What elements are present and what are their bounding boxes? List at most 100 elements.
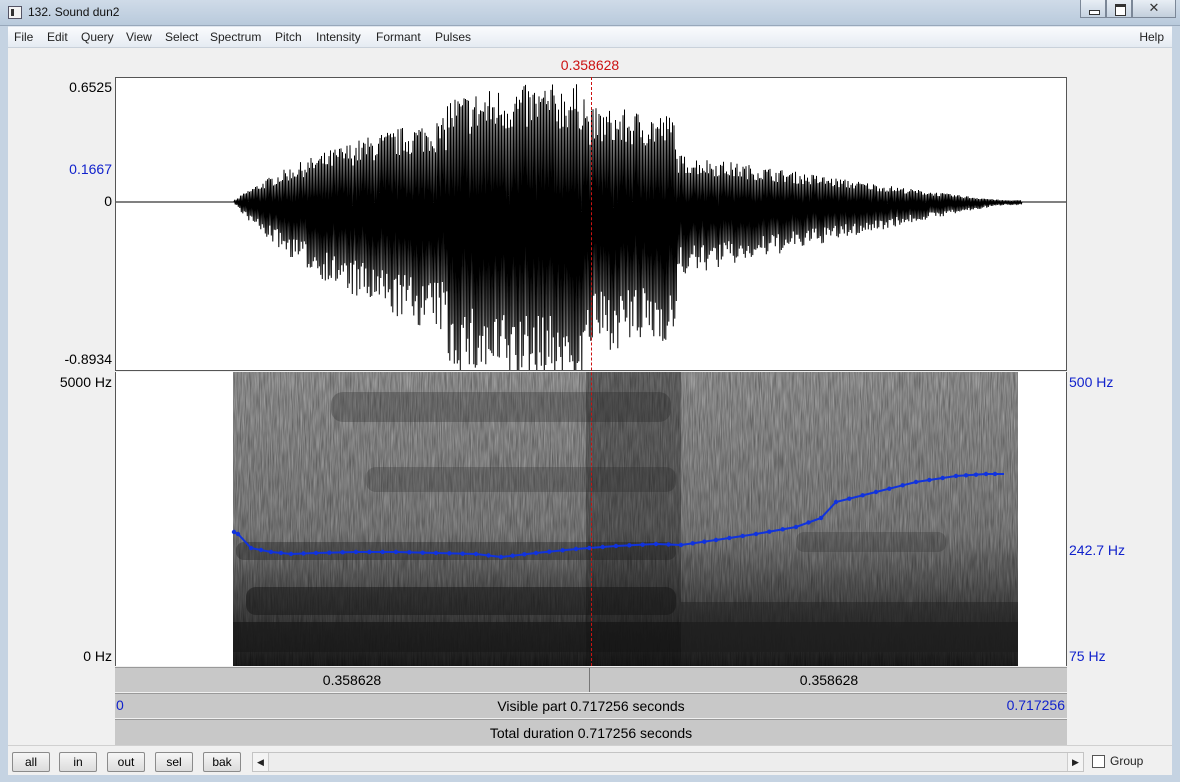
maximize-icon[interactable]	[1106, 0, 1132, 18]
pitch-point	[353, 549, 359, 555]
menu-view[interactable]: View	[126, 30, 152, 44]
pitch-point	[340, 550, 345, 555]
window-title: 132. Sound dun2	[28, 5, 120, 19]
pitch-point	[780, 527, 785, 532]
pitch-point	[393, 549, 399, 555]
time-axis-start: 0	[116, 697, 124, 713]
pitch-point	[533, 550, 539, 556]
pitch-point	[258, 547, 264, 553]
total-duration-strip[interactable]: Total duration 0.717256 seconds	[115, 719, 1067, 745]
pitch-point	[433, 550, 439, 556]
pitch-point	[268, 549, 274, 555]
spec-freq-max: 5000 Hz	[59, 374, 112, 390]
pitch-point	[702, 539, 707, 544]
pitch-point	[613, 543, 619, 549]
menu-bar: File Edit Query View Select Spectrum Pit…	[8, 27, 1172, 48]
selection-strip[interactable]: 0.358628 0.358628	[115, 667, 1067, 692]
pitch-point	[913, 479, 919, 485]
pitch-point	[887, 486, 892, 491]
zoom-out-button[interactable]: out	[107, 752, 145, 772]
pitch-point	[473, 551, 479, 557]
left-segment-duration[interactable]: 0.358628	[115, 668, 590, 692]
zoom-in-button[interactable]: in	[59, 752, 97, 772]
pitch-point	[327, 550, 332, 555]
app-icon	[8, 6, 22, 19]
pitch-point	[847, 496, 852, 501]
pitch-point	[301, 551, 306, 556]
spectrogram-plot	[231, 372, 1018, 666]
pitch-point	[860, 493, 865, 498]
scroll-left-icon[interactable]: ◀	[253, 753, 269, 771]
close-icon[interactable]: ✕	[1132, 0, 1176, 18]
visible-part-label: Visible part 0.717256 seconds	[497, 698, 685, 714]
pitch-point	[940, 475, 945, 481]
menu-query[interactable]: Query	[81, 30, 114, 44]
menu-pitch[interactable]: Pitch	[275, 30, 302, 44]
pitch-point	[288, 551, 294, 557]
menu-spectrum[interactable]: Spectrum	[210, 30, 261, 44]
window-controls: ✕	[1080, 0, 1176, 18]
window-frame-left	[0, 26, 8, 782]
pitch-point	[573, 546, 579, 552]
group-label: Group	[1110, 754, 1144, 768]
zoom-all-button[interactable]: all	[12, 752, 50, 772]
pitch-point	[740, 533, 745, 539]
wave-y-max: 0.6525	[69, 79, 112, 95]
zoom-sel-button[interactable]: sel	[155, 752, 193, 772]
pitch-point	[806, 520, 811, 525]
pitch-point	[486, 553, 491, 558]
wave-y-min: -0.8934	[64, 351, 112, 367]
pitch-point	[248, 545, 254, 551]
pitch-point	[447, 551, 452, 556]
pitch-point	[560, 548, 565, 553]
scroll-right-icon[interactable]: ▶	[1067, 753, 1083, 771]
pitch-point	[767, 529, 772, 534]
pitch-point	[992, 471, 998, 477]
menu-formant[interactable]: Formant	[376, 30, 421, 44]
total-duration-label: Total duration 0.717256 seconds	[489, 725, 693, 741]
title-bar[interactable]: 132. Sound dun2 ✕	[0, 0, 1180, 26]
pitch-point	[600, 544, 605, 550]
pitch-point	[547, 549, 552, 554]
pitch-point	[833, 499, 839, 505]
waveform-panel[interactable]	[115, 77, 1067, 371]
waveform-trace	[116, 84, 1066, 370]
pitch-point	[380, 549, 385, 555]
spectrogram-panel[interactable]	[115, 372, 1067, 666]
menu-edit[interactable]: Edit	[47, 30, 68, 44]
pitch-point	[367, 549, 372, 555]
pitch-point	[666, 542, 671, 547]
zoom-bak-button[interactable]: bak	[203, 752, 241, 772]
pitch-point	[420, 550, 425, 555]
pitch-point	[587, 545, 592, 551]
group-checkbox[interactable]	[1092, 755, 1105, 768]
pitch-min-label: 75 Hz	[1069, 648, 1106, 664]
pitch-point	[953, 473, 959, 479]
horizontal-scrollbar[interactable]: ◀ ▶	[252, 752, 1084, 772]
minimize-icon[interactable]	[1080, 0, 1106, 18]
menu-intensity[interactable]: Intensity	[316, 30, 361, 44]
pitch-point	[522, 552, 527, 557]
pitch-point	[713, 537, 719, 543]
pitch-point	[231, 529, 237, 535]
pitch-max-label: 500 Hz	[1069, 374, 1114, 390]
window-frame-right	[1172, 26, 1180, 782]
waveform-plot	[116, 84, 1066, 370]
pitch-point	[793, 524, 799, 530]
visible-part-strip[interactable]: Visible part 0.717256 seconds	[115, 693, 1067, 718]
pitch-point	[873, 489, 879, 495]
cursor-time-readout: 0.358628	[560, 57, 620, 73]
menu-pulses[interactable]: Pulses	[435, 30, 471, 44]
window-frame-bottom	[0, 775, 1180, 782]
spectrogram-image	[233, 372, 1018, 666]
pitch-point	[900, 483, 905, 488]
right-segment-duration[interactable]: 0.358628	[591, 668, 1067, 692]
menu-help[interactable]: Help	[1139, 30, 1164, 44]
pitch-point	[983, 471, 989, 477]
menu-select[interactable]: Select	[165, 30, 198, 44]
pitch-point	[678, 542, 684, 548]
wave-y-zero: 0	[104, 193, 112, 209]
pitch-point	[653, 541, 659, 547]
menu-file[interactable]: File	[14, 30, 33, 44]
pitch-point	[313, 550, 319, 556]
